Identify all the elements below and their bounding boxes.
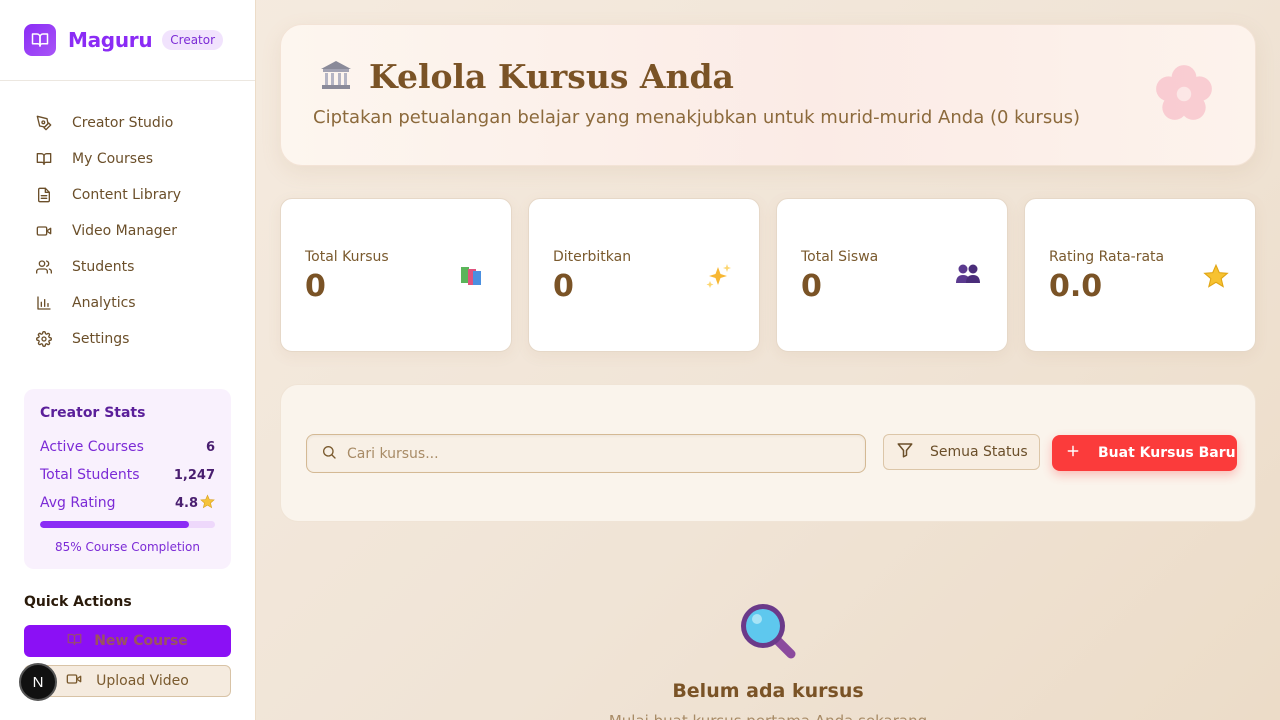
- bar-chart-icon: [36, 295, 52, 311]
- hero-banner: Kelola Kursus Anda Ciptakan petualangan …: [280, 24, 1256, 166]
- sidebar-item-label: Analytics: [72, 295, 136, 311]
- video-icon: [66, 671, 82, 691]
- new-course-button[interactable]: New Course: [24, 625, 231, 657]
- page-subtitle: Ciptakan petualangan belajar yang menakj…: [313, 107, 1081, 128]
- course-toolbar: Semua Status Buat Kursus Baru: [280, 384, 1256, 522]
- classical-building-icon: [319, 59, 353, 95]
- filter-icon: [896, 441, 914, 463]
- stat-value: 4.8: [174, 495, 198, 511]
- stat-card-diterbitkan: Diterbitkan 0: [528, 198, 760, 352]
- sidebar-item-label: My Courses: [72, 151, 153, 167]
- completion-progress-bar: [40, 521, 215, 528]
- completion-label: 85% Course Completion: [55, 540, 200, 554]
- sidebar-item-students[interactable]: Students: [0, 249, 255, 285]
- stat-card-value: 0: [801, 269, 822, 304]
- pen-tool-icon: [36, 115, 52, 131]
- magnifying-glass-icon: [737, 600, 799, 666]
- status-filter-button[interactable]: Semua Status: [883, 434, 1040, 470]
- sidebar-item-label: Students: [72, 259, 135, 275]
- creator-stats-title: Creator Stats: [40, 405, 146, 421]
- stat-card-value: 0: [553, 269, 574, 304]
- quick-actions-title: Quick Actions: [24, 594, 132, 610]
- sidebar-item-creator-studio[interactable]: Creator Studio: [0, 105, 255, 141]
- sidebar-item-settings[interactable]: Settings: [0, 321, 255, 357]
- create-course-button[interactable]: Buat Kursus Baru: [1052, 435, 1237, 471]
- cherry-blossom-icon: [1153, 63, 1215, 129]
- creator-badge: Creator: [162, 30, 224, 50]
- create-course-label: Buat Kursus Baru: [1098, 445, 1236, 461]
- status-filter-label: Semua Status: [930, 444, 1028, 460]
- star-icon: [1203, 263, 1229, 295]
- new-course-label: New Course: [94, 633, 188, 649]
- search-icon: [321, 444, 337, 464]
- sidebar: Maguru Creator Creator Studio My Courses…: [0, 0, 256, 720]
- completion-progress-fill: [40, 521, 189, 528]
- stat-row-avg-rating: Avg Rating 4.8: [40, 489, 215, 517]
- sidebar-item-label: Creator Studio: [72, 115, 174, 131]
- sidebar-item-my-courses[interactable]: My Courses: [0, 141, 255, 177]
- stat-row-total-students: Total Students 1,247: [40, 461, 215, 489]
- stat-label: Active Courses: [40, 439, 144, 455]
- search-input[interactable]: [347, 445, 847, 462]
- sidebar-item-label: Video Manager: [72, 223, 178, 239]
- stat-card-label: Diterbitkan: [553, 249, 632, 265]
- sparkles-icon: [705, 263, 733, 295]
- stat-card-label: Rating Rata-rata: [1049, 249, 1165, 265]
- search-box[interactable]: [306, 434, 866, 473]
- users-icon: [36, 259, 52, 275]
- book-open-icon: [36, 151, 52, 167]
- plus-icon: [1066, 444, 1080, 462]
- video-icon: [36, 223, 52, 239]
- stat-label: Total Students: [40, 467, 140, 483]
- upload-video-label: Upload Video: [96, 673, 189, 689]
- sidebar-nav: Creator Studio My Courses Content Librar…: [0, 81, 255, 357]
- stat-label: Avg Rating: [40, 495, 116, 511]
- sidebar-item-label: Content Library: [72, 187, 182, 203]
- page-title: Kelola Kursus Anda: [319, 57, 734, 96]
- stat-row-active-courses: Active Courses 6: [40, 433, 215, 461]
- stat-value: 1,247: [173, 467, 215, 483]
- creator-stats-card: Creator Stats Active Courses 6 Total Stu…: [24, 389, 231, 569]
- star-icon: [200, 493, 215, 513]
- sidebar-item-content-library[interactable]: Content Library: [0, 177, 255, 213]
- people-icon: [955, 263, 981, 291]
- stat-card-value: 0: [305, 269, 326, 304]
- empty-state-subtitle: Mulai buat kursus pertama Anda sekarang: [520, 712, 1016, 720]
- stat-card-total-siswa: Total Siswa 0: [776, 198, 1008, 352]
- book-open-icon[interactable]: [24, 24, 56, 56]
- books-icon: [459, 263, 485, 293]
- brand-name[interactable]: Maguru: [68, 28, 153, 52]
- stat-card-label: Total Kursus: [305, 249, 389, 265]
- sidebar-item-analytics[interactable]: Analytics: [0, 285, 255, 321]
- rating-value-group: 4.8: [174, 493, 215, 513]
- empty-state-title: Belum ada kursus: [672, 680, 864, 702]
- brand: Maguru Creator: [0, 0, 255, 81]
- stat-value: 6: [205, 439, 215, 455]
- gear-icon: [36, 331, 52, 347]
- stat-card-rating: Rating Rata-rata 0.0: [1024, 198, 1256, 352]
- sidebar-item-label: Settings: [72, 331, 130, 347]
- sidebar-item-video-manager[interactable]: Video Manager: [0, 213, 255, 249]
- page-title-text: Kelola Kursus Anda: [369, 57, 734, 96]
- stat-card-label: Total Siswa: [801, 249, 879, 265]
- stat-card-value: 0.0: [1049, 269, 1103, 304]
- stat-card-total-kursus: Total Kursus 0: [280, 198, 512, 352]
- book-open-icon: [67, 632, 82, 651]
- nextjs-dev-badge[interactable]: N: [19, 663, 57, 701]
- file-text-icon: [36, 187, 52, 203]
